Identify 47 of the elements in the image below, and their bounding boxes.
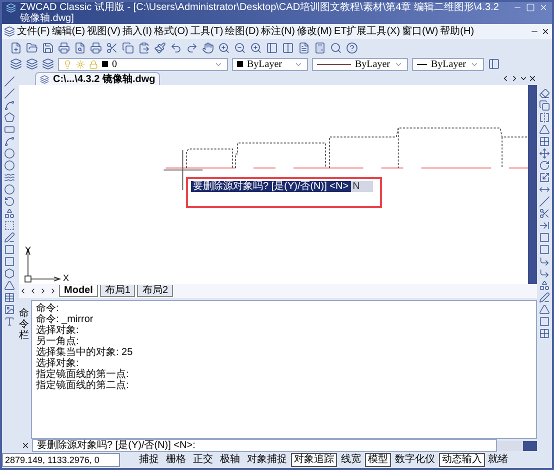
layout-tab[interactable]: Model	[59, 285, 98, 297]
menu-item[interactable]: 格式(O)	[154, 26, 188, 37]
menu-item[interactable]: 帮助(H)	[440, 26, 474, 37]
drawing-canvas[interactable]: Y X 要删除源对象吗? [是(Y)/否(N)] <N> N	[19, 85, 528, 284]
status-toggle[interactable]: 动态输入	[439, 453, 485, 467]
menu-item[interactable]: 工具(T)	[190, 26, 224, 37]
lineweight-dropdown[interactable]: ByLayer	[412, 58, 484, 70]
status-toggle[interactable]: 栅格	[163, 453, 189, 467]
status-text: 就绪	[487, 454, 509, 466]
command-history-line: 另一角点:	[36, 336, 79, 347]
command-history-line: 选择对象:	[36, 325, 80, 336]
status-toggle[interactable]: 模型	[365, 453, 391, 467]
menu-item[interactable]: 编辑(E)	[52, 26, 86, 37]
status-toggle[interactable]: 数字化仪	[392, 453, 438, 467]
command-panel-label: 命令栏	[19, 307, 30, 343]
status-toggle[interactable]: 极轴	[217, 453, 243, 467]
dynamic-input-field[interactable]: N	[350, 181, 373, 192]
document-tab[interactable]: C:\...\4.3.2 镜像轴.dwg	[35, 72, 160, 85]
menu-item[interactable]: 标注(N)	[261, 26, 295, 37]
command-history-line: 指定镜面线的第一点:	[36, 369, 130, 380]
menu-item[interactable]: 绘图(D)	[225, 26, 260, 37]
menu-item[interactable]: 文件(F)	[17, 26, 50, 37]
command-history-line: 命令: _mirror	[36, 314, 94, 325]
linetype-dropdown[interactable]: ByLayer	[312, 58, 408, 70]
command-history-line: 指定镜面线的第二点:	[36, 380, 130, 391]
menu-item[interactable]: ET扩展工具(X)	[334, 26, 400, 37]
coordinates-display: 2879.149, 1133.2976, 0	[2, 453, 120, 467]
menu-item[interactable]: 窗口(W)	[402, 26, 438, 37]
layer-dropdown[interactable]: 0	[58, 58, 228, 70]
dynamic-input-prompt: 要删除源对象吗? [是(Y)/否(N)] <N>	[191, 181, 351, 192]
y-axis-label: Y	[25, 245, 32, 255]
menu-item[interactable]: 修改(M)	[296, 26, 332, 37]
command-history-line: 命令:	[36, 303, 60, 314]
menu-item[interactable]: 视图(V)	[87, 26, 120, 37]
status-toggle[interactable]: 捕捉	[136, 453, 162, 467]
status-toggle[interactable]: 对象捕捉	[244, 453, 290, 467]
status-toggle[interactable]: 对象追踪	[291, 453, 337, 467]
command-history-line: 选择集当中的对象: 25	[36, 347, 134, 358]
command-prompt[interactable]: 要删除源对象吗? [是(Y)/否(N)] <N>:	[32, 439, 497, 452]
status-toggle[interactable]: 正交	[190, 453, 216, 467]
status-toggle[interactable]: 线宽	[338, 453, 364, 467]
layout-tab[interactable]: 布局1	[100, 285, 136, 297]
command-history-line: 选择对象:	[36, 358, 79, 369]
menu-item[interactable]: 插入(I)	[122, 26, 152, 37]
layout-tab[interactable]: 布局2	[137, 285, 174, 297]
color-dropdown[interactable]: ByLayer	[232, 58, 308, 70]
x-axis-label: X	[63, 273, 70, 283]
